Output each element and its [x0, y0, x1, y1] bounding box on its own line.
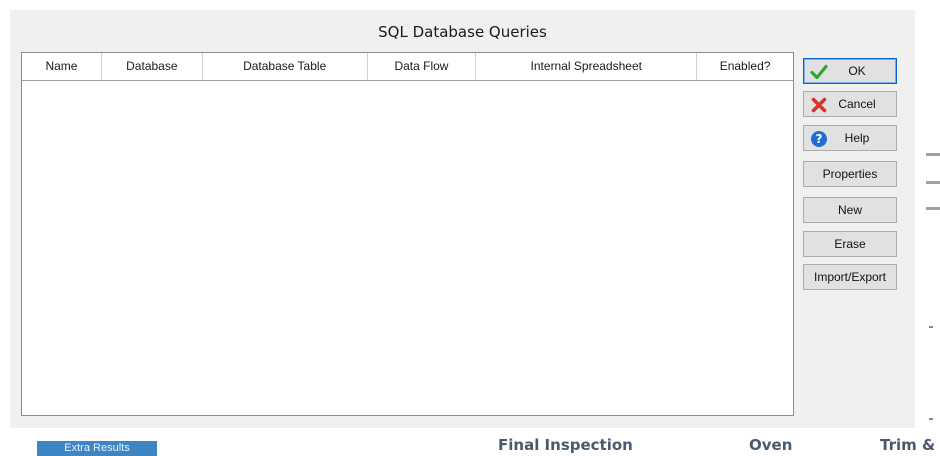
trim-label: Trim & — [880, 436, 936, 454]
cancel-button-label: Cancel — [838, 97, 876, 111]
queries-list[interactable]: Name Database Database Table Data Flow I… — [21, 52, 794, 416]
column-header-internal-spreadsheet[interactable]: Internal Spreadsheet — [476, 53, 698, 80]
extra-results-tab[interactable]: Extra Results — [37, 441, 157, 456]
cancel-x-icon — [811, 97, 827, 113]
final-inspection-label: Final Inspection — [498, 436, 633, 454]
column-header-database[interactable]: Database — [102, 53, 203, 80]
help-icon: ? — [811, 131, 827, 147]
dialog-title: SQL Database Queries — [378, 23, 547, 41]
sql-queries-dialog: SQL Database Queries Name Database Datab… — [10, 10, 915, 428]
background-divider — [926, 181, 940, 184]
import-export-button[interactable]: Import/Export — [803, 264, 897, 290]
new-button-label: New — [837, 203, 862, 217]
properties-button[interactable]: Properties — [803, 161, 897, 187]
oven-label: Oven — [749, 436, 793, 454]
cancel-button[interactable]: Cancel — [803, 91, 897, 117]
erase-button-label: Erase — [834, 237, 866, 251]
column-header-database-table[interactable]: Database Table — [203, 53, 368, 80]
erase-button[interactable]: Erase — [803, 231, 897, 257]
column-header-name[interactable]: Name — [22, 53, 102, 80]
checkmark-icon — [810, 64, 828, 80]
list-body[interactable] — [22, 81, 793, 415]
background-divider — [926, 207, 940, 210]
column-header-enabled[interactable]: Enabled? — [697, 53, 793, 80]
background-divider — [926, 153, 940, 156]
list-header: Name Database Database Table Data Flow I… — [22, 53, 793, 81]
help-button[interactable]: ? Help — [803, 125, 897, 151]
background-mark — [929, 326, 933, 328]
import-export-button-label: Import/Export — [813, 270, 887, 284]
ok-button-label: OK — [848, 64, 866, 78]
properties-button-label: Properties — [822, 167, 878, 181]
new-button[interactable]: New — [803, 197, 897, 223]
background-mark — [929, 418, 933, 420]
ok-button[interactable]: OK — [803, 58, 897, 84]
column-header-data-flow[interactable]: Data Flow — [368, 53, 477, 80]
svg-text:?: ? — [816, 132, 823, 146]
help-button-label: Help — [844, 131, 870, 145]
